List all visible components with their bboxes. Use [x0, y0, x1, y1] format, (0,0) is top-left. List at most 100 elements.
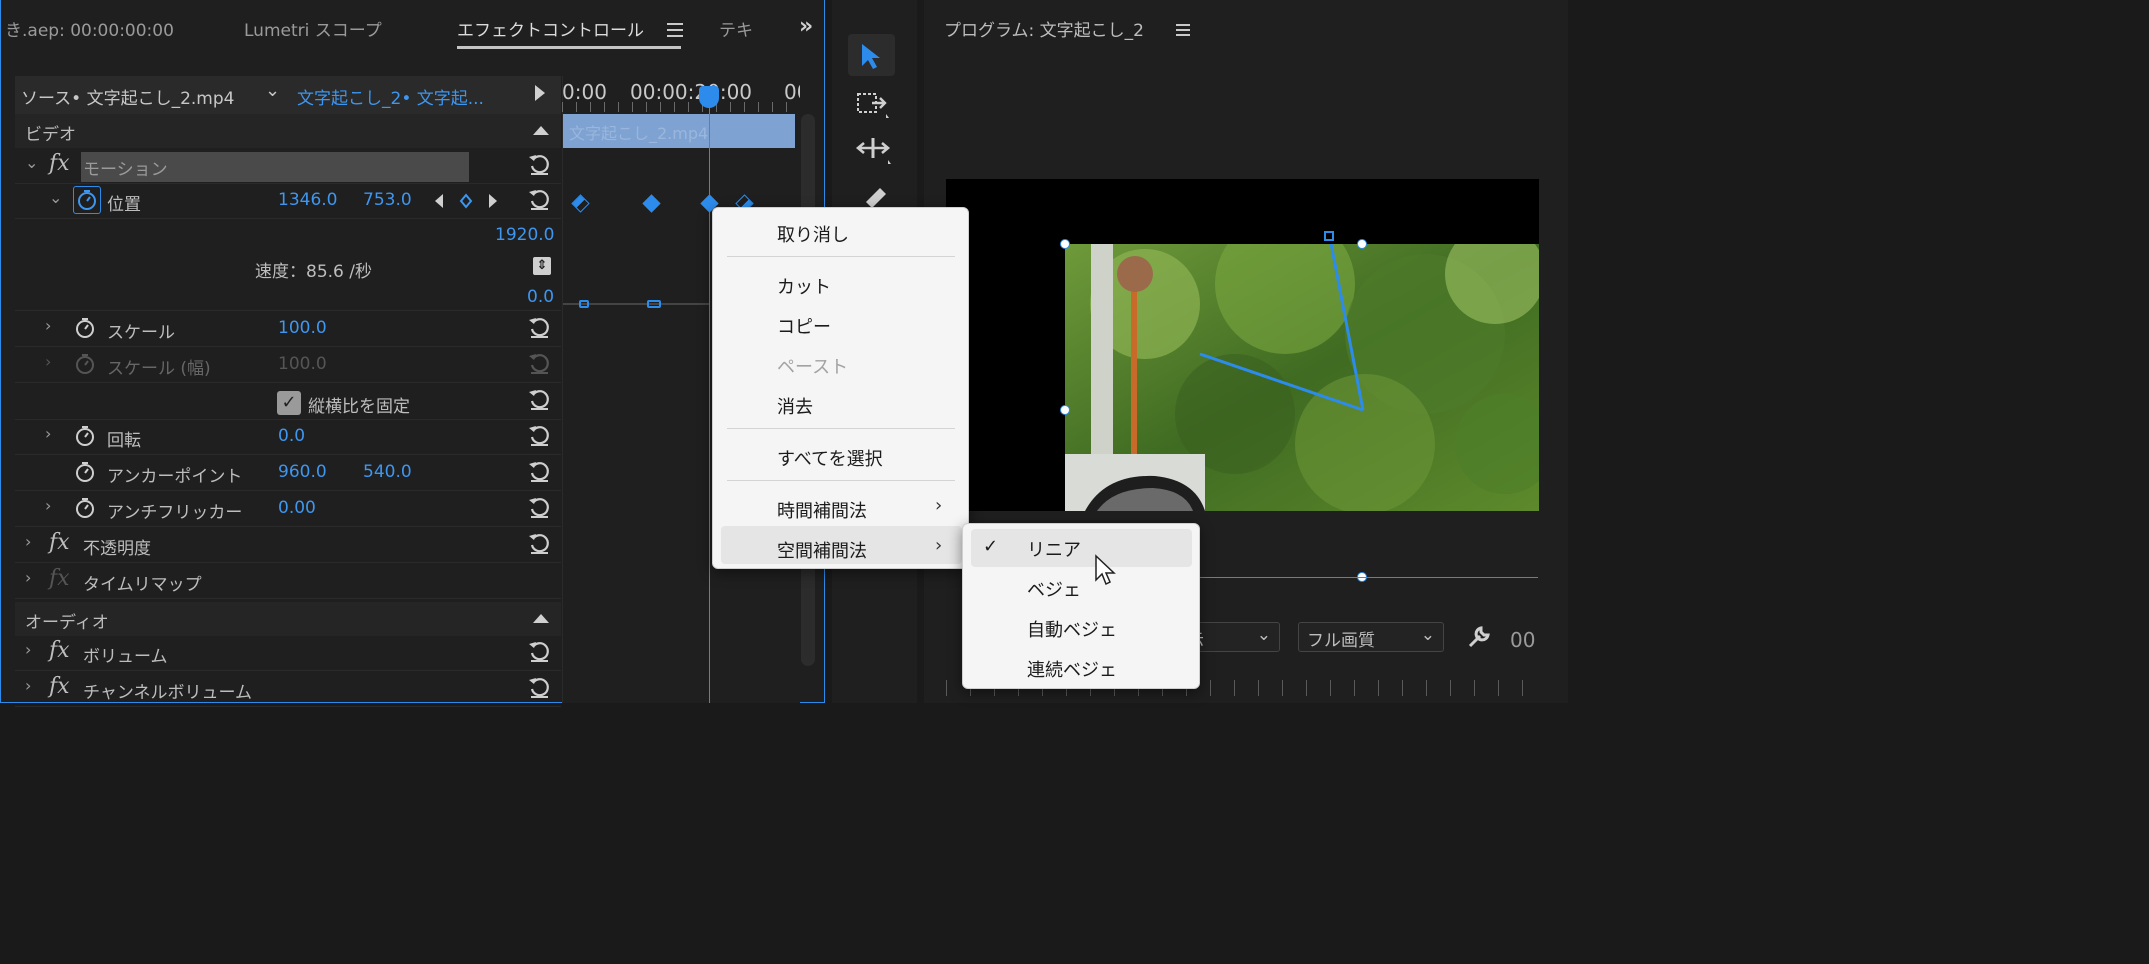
expand-chevron-icon[interactable]: ›: [25, 676, 31, 695]
fx-icon[interactable]: fx: [49, 674, 70, 699]
spatial-interpolation-submenu: ✓ リニア ベジェ 自動ベジェ 連続ベジェ: [962, 523, 1200, 689]
menu-item-copy[interactable]: コピー: [777, 313, 831, 339]
rotation-value[interactable]: 0.0: [278, 426, 305, 446]
menu-item-cut[interactable]: カット: [777, 273, 831, 299]
playhead-line[interactable]: [709, 92, 710, 703]
reset-icon[interactable]: [527, 152, 551, 176]
anti-flicker-row[interactable]: › アンチフリッカー 0.00: [15, 492, 561, 527]
speed-handle[interactable]: [579, 300, 589, 308]
selection-tool-icon[interactable]: [860, 42, 884, 70]
time-remap-label: タイムリマップ: [83, 575, 202, 595]
anti-flicker-value[interactable]: 0.00: [278, 498, 316, 518]
source-clip-label[interactable]: ソース• 文字起こし_2.mp4: [21, 84, 234, 109]
program-monitor-title[interactable]: プログラム: 文字起こし_2: [944, 16, 1144, 41]
expand-chevron-icon[interactable]: ⌄: [25, 153, 38, 172]
sequence-clip-label[interactable]: 文字起こし_2• 文字起...: [297, 84, 484, 109]
position-row[interactable]: ⌄ 位置 1346.0 753.0: [15, 184, 561, 219]
menu-item-spatial-interpolation[interactable]: 空間補間法: [777, 537, 867, 563]
uniform-scale-checkbox[interactable]: ✓: [277, 391, 301, 415]
anchor-y-value[interactable]: 540.0: [363, 462, 412, 482]
prev-keyframe-icon[interactable]: [433, 193, 445, 209]
expand-chevron-icon[interactable]: ›: [45, 496, 51, 515]
collapse-up-icon[interactable]: [533, 614, 549, 623]
overflow-chevrons-icon[interactable]: »: [799, 14, 813, 39]
volume-effect-row[interactable]: › fx ボリューム: [15, 636, 561, 671]
stopwatch-icon[interactable]: [77, 189, 97, 211]
rotation-row[interactable]: › 回転 0.0: [15, 420, 561, 455]
chevron-down-icon: ⌄: [1420, 625, 1435, 645]
video-frame[interactable]: [1065, 244, 1539, 511]
play-triangle-icon[interactable]: [535, 85, 545, 101]
forest-video-image: [1065, 244, 1539, 511]
fx-icon[interactable]: fx: [49, 530, 70, 555]
expand-chevron-icon[interactable]: ›: [45, 316, 51, 335]
clip-bar[interactable]: 文字起こし_2.mp4: [563, 114, 795, 148]
opacity-effect-row[interactable]: › fx 不透明度: [15, 528, 561, 563]
menu-item-clear[interactable]: 消去: [777, 393, 813, 419]
reset-icon[interactable]: [527, 423, 551, 447]
graph-fit-icon[interactable]: ⇕: [533, 257, 551, 275]
submenu-item-auto-bezier[interactable]: 自動ベジェ: [1027, 616, 1117, 642]
expand-chevron-icon[interactable]: ›: [45, 424, 51, 443]
motion-effect-row[interactable]: ⌄ fx モーション: [15, 149, 561, 184]
menu-item-undo[interactable]: 取り消し: [777, 221, 849, 247]
reset-icon[interactable]: [527, 187, 551, 211]
rotation-label: 回転: [107, 431, 141, 451]
transform-handle[interactable]: [1357, 239, 1367, 249]
panel-menu-icon[interactable]: [1176, 24, 1190, 38]
collapse-up-icon[interactable]: [533, 126, 549, 135]
fx-icon[interactable]: fx: [49, 151, 70, 176]
scale-value[interactable]: 100.0: [278, 318, 327, 338]
menu-item-select-all[interactable]: すべてを選択: [777, 445, 883, 471]
tab-text[interactable]: テキ: [719, 16, 759, 41]
position-y-value[interactable]: 753.0: [363, 190, 412, 210]
transform-handle[interactable]: [1060, 405, 1070, 415]
reset-icon[interactable]: [527, 495, 551, 519]
submenu-item-bezier[interactable]: ベジェ: [1027, 576, 1081, 602]
time-remap-effect-row[interactable]: › fx タイムリマップ: [15, 564, 561, 599]
expand-chevron-icon[interactable]: ⌄: [49, 188, 62, 207]
razor-tool-icon[interactable]: [858, 182, 888, 208]
fx-icon[interactable]: fx: [49, 566, 70, 591]
ripple-edit-tool-icon[interactable]: [854, 134, 892, 166]
expand-chevron-icon[interactable]: ›: [25, 532, 31, 551]
anchor-x-value[interactable]: 960.0: [278, 462, 327, 482]
tab-effect-controls[interactable]: エフェクトコントロール: [457, 16, 644, 41]
fx-icon[interactable]: fx: [49, 638, 70, 663]
reset-icon[interactable]: [527, 675, 551, 699]
position-x-value[interactable]: 1346.0: [278, 190, 337, 210]
reset-icon[interactable]: [527, 387, 551, 411]
playback-quality-select[interactable]: フル画質 ⌄: [1298, 622, 1444, 652]
uniform-scale-row: ✓ 縦横比を固定: [15, 384, 561, 420]
transform-handle[interactable]: [1060, 239, 1070, 249]
add-keyframe-icon[interactable]: [459, 193, 473, 209]
reset-icon[interactable]: [527, 531, 551, 555]
stopwatch-icon[interactable]: [75, 317, 95, 339]
track-select-tool-icon[interactable]: [856, 90, 890, 120]
submenu-item-linear[interactable]: リニア: [1027, 536, 1081, 562]
path-keyframe-point[interactable]: [1324, 231, 1334, 241]
scale-row[interactable]: › スケール 100.0: [15, 312, 561, 347]
stopwatch-icon[interactable]: [75, 461, 95, 483]
menu-item-temporal-interpolation[interactable]: 時間補間法: [777, 497, 867, 523]
channel-volume-effect-row[interactable]: › fx チャンネルボリューム: [15, 672, 561, 707]
menu-separator: [727, 256, 955, 257]
anchor-point-row[interactable]: アンカーポイント 960.0 540.0: [15, 456, 561, 491]
wrench-icon[interactable]: [1466, 624, 1492, 650]
stopwatch-icon[interactable]: [75, 497, 95, 519]
reset-icon[interactable]: [527, 459, 551, 483]
tab-lumetri-scopes[interactable]: Lumetri スコープ: [244, 16, 382, 41]
expand-chevron-icon[interactable]: ›: [25, 568, 31, 587]
stopwatch-icon[interactable]: [75, 425, 95, 447]
submenu-item-continuous-bezier[interactable]: 連続ベジェ: [1027, 656, 1117, 682]
expand-chevron-icon[interactable]: ›: [25, 640, 31, 659]
reset-icon[interactable]: [527, 639, 551, 663]
playhead-handle[interactable]: [699, 86, 719, 108]
channel-volume-label: チャンネルボリューム: [83, 683, 252, 703]
speed-handle[interactable]: [647, 300, 661, 308]
chevron-down-icon[interactable]: ⌄: [265, 80, 280, 101]
reset-icon[interactable]: [527, 315, 551, 339]
next-keyframe-icon[interactable]: [487, 193, 499, 209]
tab-project[interactable]: き.aep: 00:00:00:00: [5, 16, 174, 41]
panel-menu-icon[interactable]: [667, 23, 683, 37]
